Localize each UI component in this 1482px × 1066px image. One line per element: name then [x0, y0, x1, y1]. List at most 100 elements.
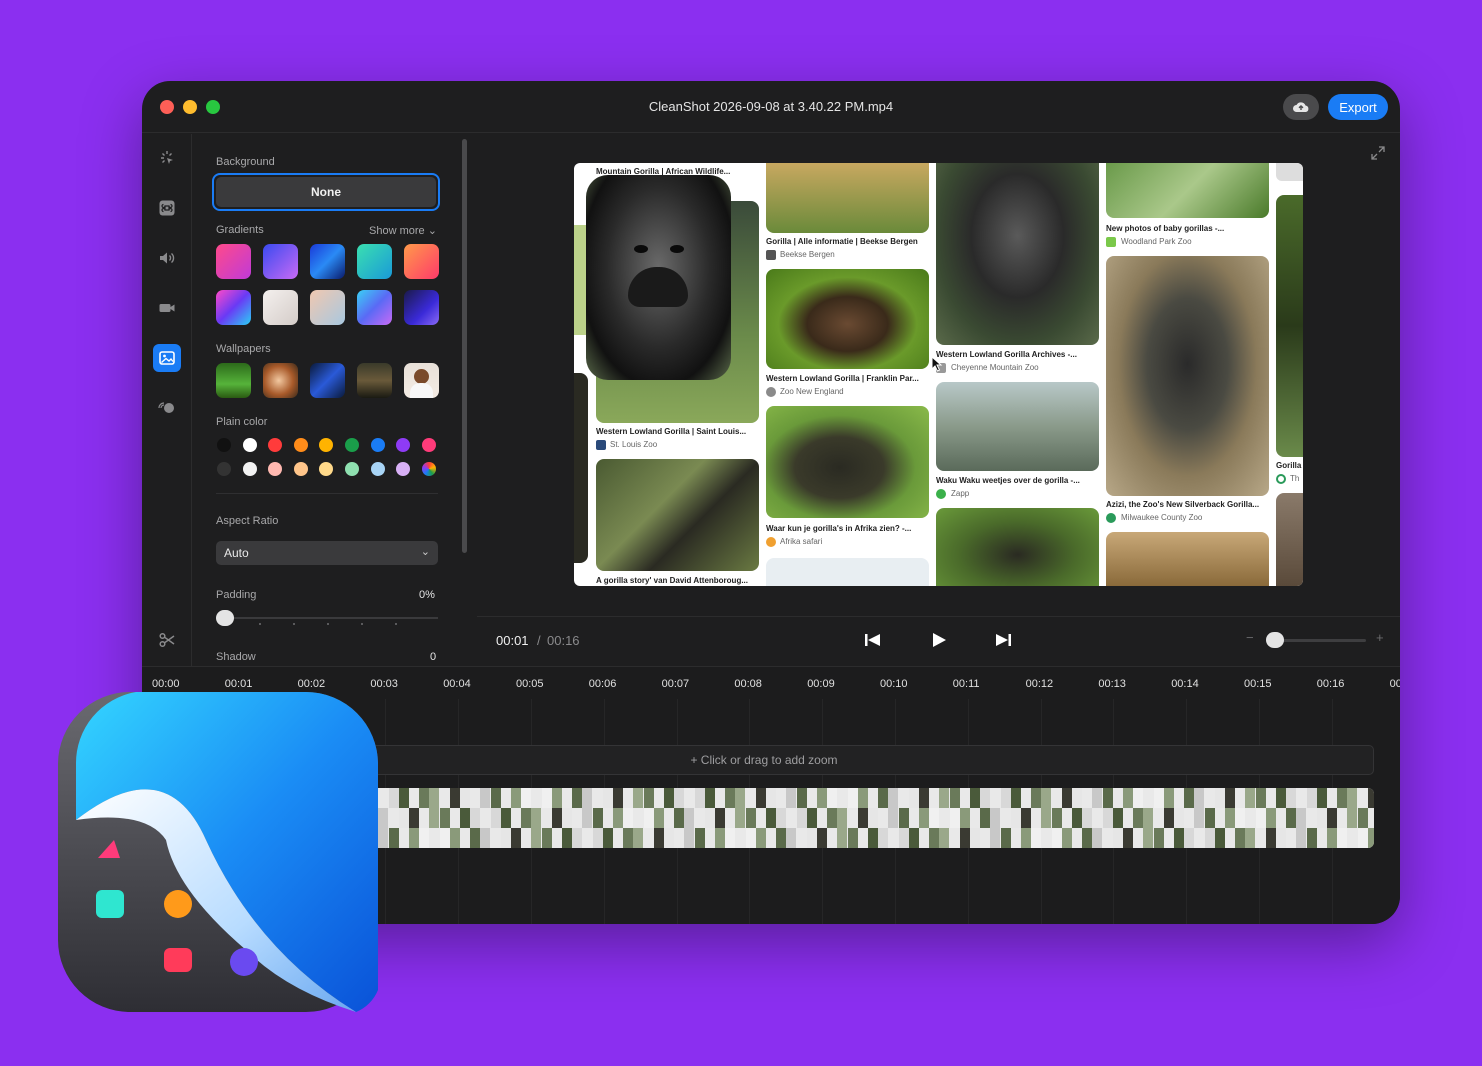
plain-color-swatch[interactable] [268, 462, 283, 476]
filmstrip-frame [1041, 808, 1052, 828]
gradient-swatch[interactable] [216, 290, 251, 325]
filmstrip-frame [1204, 828, 1215, 848]
filmstrip-frame [898, 808, 909, 828]
gradient-swatch[interactable] [404, 244, 439, 279]
wallpaper-abstract-orange[interactable] [263, 363, 298, 398]
wallpaper-night-city[interactable] [357, 363, 392, 398]
filmstrip-frame [837, 828, 848, 848]
video-preview[interactable]: Mountain Gorilla | African Wildlife... W… [574, 163, 1303, 586]
filmstrip-frame [1327, 828, 1337, 848]
rail-background-button[interactable] [153, 344, 181, 372]
filmstrip-frame [1306, 828, 1317, 848]
wallpaper-portrait[interactable] [404, 363, 439, 398]
filmstrip-frame [806, 828, 817, 848]
aspect-ratio-select[interactable]: Auto ⌄ [216, 541, 438, 565]
plain-color-swatch[interactable] [396, 438, 411, 452]
filmstrip-frame [1000, 788, 1011, 808]
plain-color-swatch[interactable] [293, 462, 308, 476]
plain-color-swatch[interactable] [319, 438, 334, 452]
filmstrip-frame [592, 808, 603, 828]
source-favicon-icon [1276, 474, 1286, 484]
filmstrip-frame [1347, 788, 1358, 808]
plain-color-swatch[interactable] [217, 438, 231, 452]
plain-color-swatch[interactable] [370, 438, 385, 452]
plain-color-swatch[interactable] [319, 462, 334, 476]
gradient-swatch[interactable] [216, 244, 251, 279]
filmstrip-frame [470, 808, 481, 828]
filmstrip-frame [929, 828, 940, 848]
play-button[interactable] [928, 630, 950, 650]
filmstrip-frame [868, 808, 878, 828]
export-button[interactable]: Export [1328, 94, 1388, 120]
filmstrip-frame [531, 828, 542, 848]
aspect-ratio-label: Aspect Ratio [216, 515, 279, 527]
gradient-swatch[interactable] [357, 290, 392, 325]
plain-color-swatch[interactable] [345, 438, 359, 452]
video-camera-icon [159, 304, 175, 312]
wallpaper-green-field[interactable] [216, 363, 251, 398]
source-favicon-icon [766, 250, 776, 260]
rail-keyboard-button[interactable] [153, 194, 181, 222]
timeline-zoom-knob[interactable] [1266, 632, 1284, 648]
filmstrip-frame [1143, 808, 1154, 828]
filmstrip-frame [500, 808, 511, 828]
preview-image [574, 225, 586, 335]
cloud-upload-button[interactable] [1283, 94, 1319, 120]
zoom-out-button[interactable]: − [1246, 630, 1254, 645]
filmstrip-frame [857, 788, 868, 808]
ruler-label: 00:10 [880, 678, 908, 690]
zoom-in-button[interactable]: + [1376, 630, 1384, 645]
plain-color-swatch[interactable] [268, 438, 283, 452]
gradient-swatch[interactable] [310, 290, 345, 325]
padding-slider-track[interactable] [216, 617, 438, 619]
padding-slider-knob[interactable] [216, 610, 234, 626]
filmstrip-frame [1010, 808, 1021, 828]
rail-toggle-button[interactable] [153, 394, 181, 422]
section-divider [216, 493, 438, 494]
plain-color-swatch[interactable] [421, 462, 436, 476]
plain-color-swatch[interactable] [421, 438, 436, 452]
filmstrip-frame [500, 828, 511, 848]
filmstrip-frame [1296, 808, 1307, 828]
rail-camera-button[interactable] [153, 294, 181, 322]
panel-scrollbar[interactable] [462, 139, 467, 553]
preview-image [936, 508, 1099, 586]
gradient-swatch[interactable] [404, 290, 439, 325]
filmstrip-frame [541, 828, 552, 848]
filmstrip-frame [1225, 788, 1235, 808]
plain-color-swatch[interactable] [242, 438, 257, 452]
filmstrip-frame [1021, 808, 1031, 828]
filmstrip-frame [562, 828, 572, 848]
plain-color-swatch[interactable] [217, 462, 231, 476]
plain-color-swatch[interactable] [345, 462, 359, 476]
filmstrip-frame [755, 828, 766, 848]
filmstrip-frame [1327, 808, 1337, 828]
background-none-button[interactable]: None [212, 173, 440, 211]
filmstrip-frame [1316, 788, 1327, 808]
gradient-swatch[interactable] [357, 244, 392, 279]
filmstrip-frame [653, 828, 664, 848]
skip-forward-button[interactable] [992, 630, 1014, 650]
preview-image [766, 163, 929, 233]
expand-icon[interactable] [1370, 145, 1386, 161]
filmstrip-frame [847, 828, 858, 848]
rail-audio-button[interactable] [153, 244, 181, 272]
rail-trim-button[interactable] [153, 626, 181, 654]
ruler-label: 00:01 [224, 678, 253, 690]
plain-color-swatch[interactable] [242, 462, 257, 476]
cleanshot-app-icon [58, 692, 378, 1012]
wallpaper-blue-waves[interactable] [310, 363, 345, 398]
plain-color-swatch[interactable] [293, 438, 308, 452]
plain-color-swatch[interactable] [396, 462, 411, 476]
show-more-gradients-link[interactable]: Show more ⌄ [369, 224, 437, 237]
rail-cursor-button[interactable] [153, 144, 181, 172]
gradient-swatch[interactable] [310, 244, 345, 279]
skip-forward-icon [996, 634, 1011, 646]
gradient-swatch[interactable] [263, 290, 298, 325]
filmstrip-frame [398, 788, 409, 808]
skip-back-button[interactable] [862, 630, 884, 650]
gradient-swatch[interactable] [263, 244, 298, 279]
filmstrip-frame [939, 788, 950, 808]
plain-color-swatch[interactable] [370, 462, 385, 476]
filmstrip-frame [664, 788, 674, 808]
